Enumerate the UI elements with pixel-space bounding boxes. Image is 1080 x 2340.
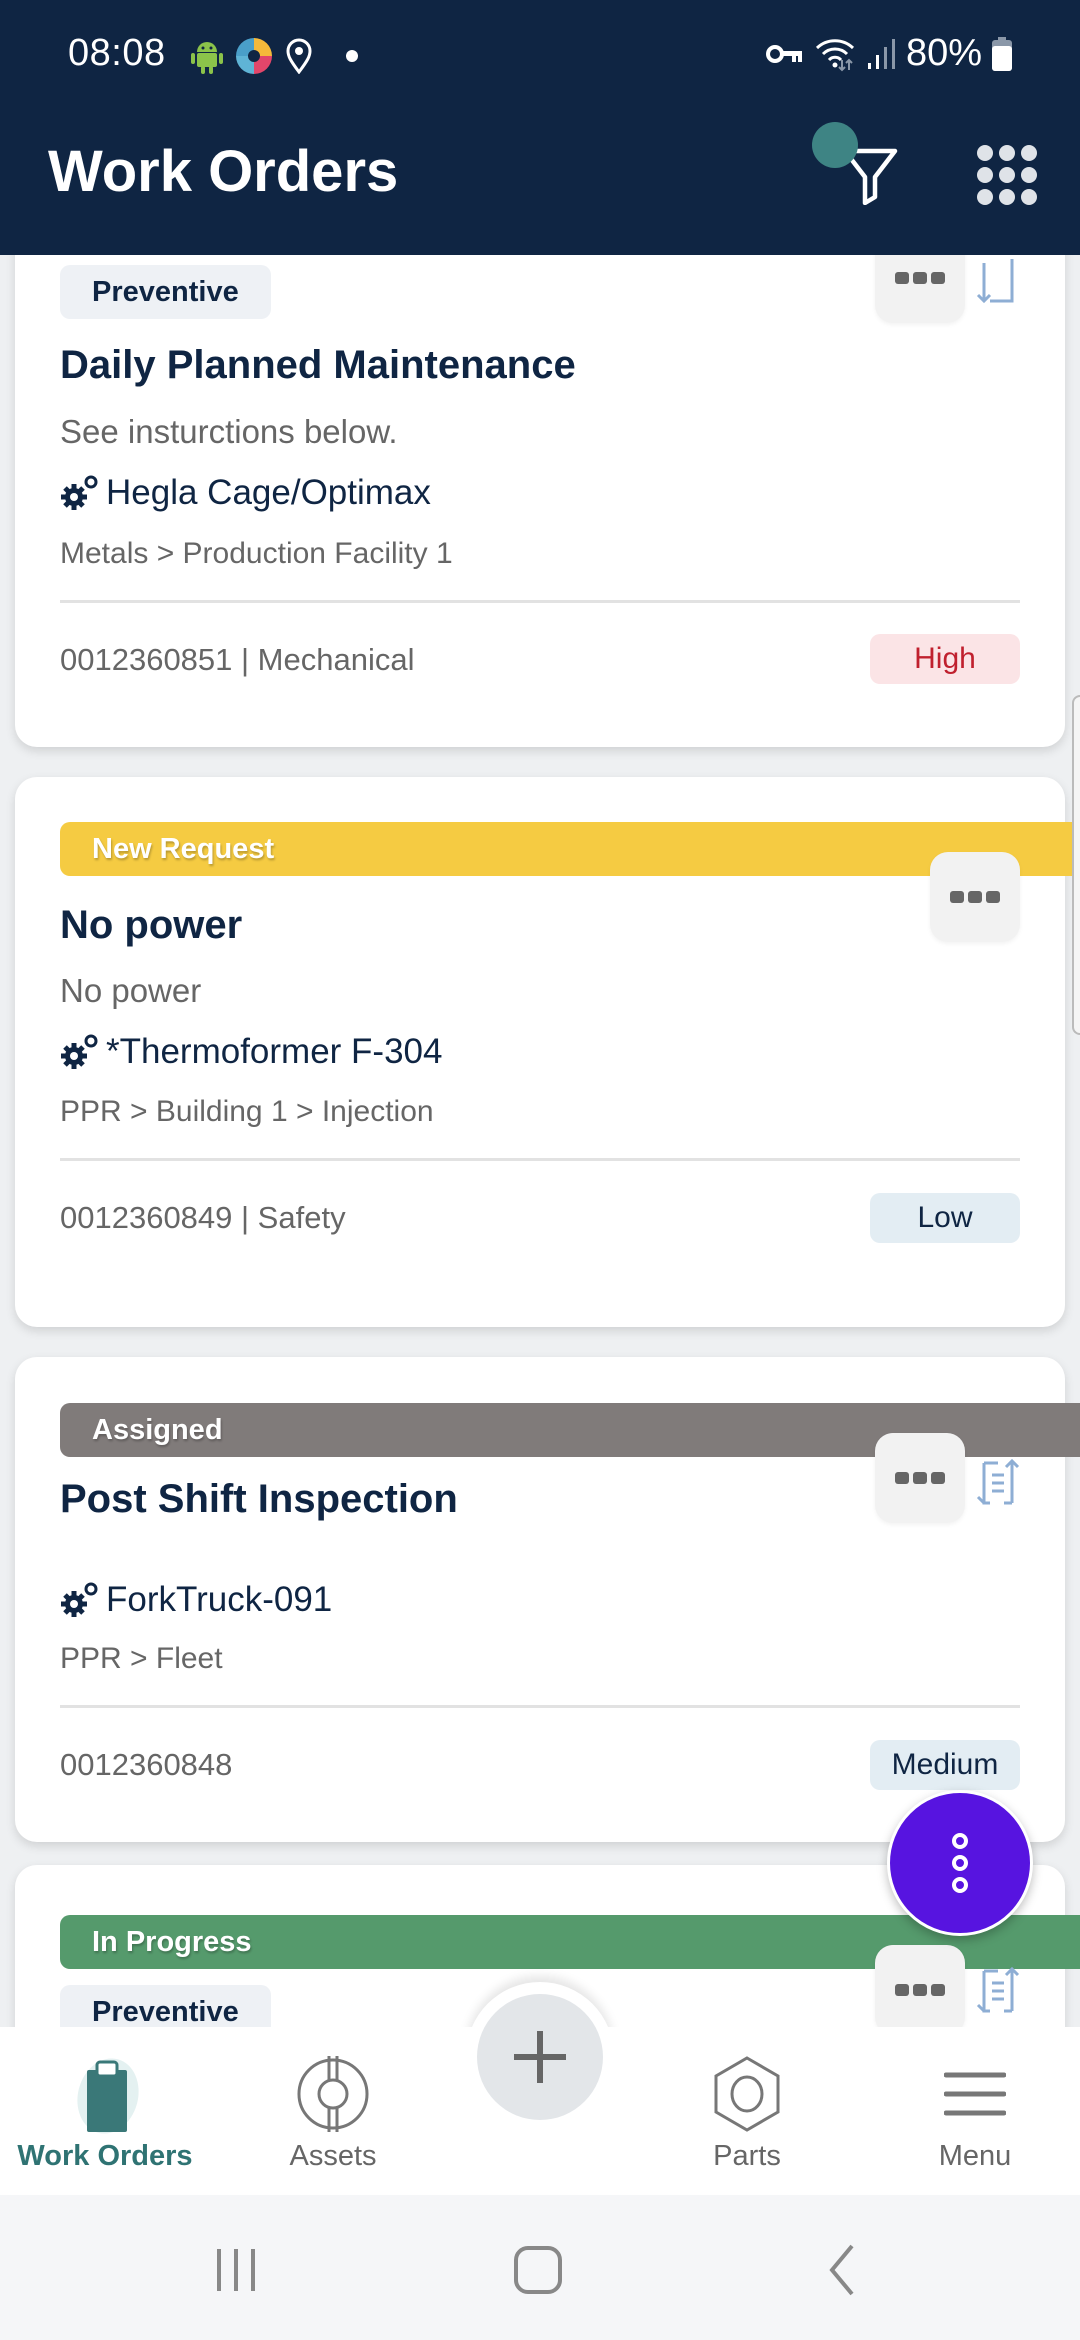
type-badge: Preventive <box>60 1985 271 2028</box>
recents-icon <box>217 2249 255 2291</box>
work-order-number: 0012360848 <box>60 1747 233 1782</box>
asset-row: ForkTruck-091 <box>60 1580 332 1620</box>
work-order-description: No power <box>60 972 202 1009</box>
work-order-card[interactable]: New Request No power No power *Thermofor… <box>15 777 1080 1327</box>
sort-order-icon[interactable] <box>976 1457 1020 1507</box>
asset-name: ForkTruck-091 <box>106 1580 333 1619</box>
fab-dot <box>952 1877 968 1893</box>
asset-location: PPR > Building 1 > Injection <box>60 1095 434 1128</box>
asset-name: Hegla Cage/Optimax <box>106 473 431 512</box>
dot <box>931 1984 945 1996</box>
asset-row: *Thermoformer F-304 <box>60 1032 442 1072</box>
more-options-button[interactable] <box>930 852 1020 942</box>
vpn-key-icon <box>765 44 802 63</box>
nav-label: Parts <box>713 2140 781 2172</box>
asset-gears-icon <box>61 1034 98 1069</box>
signal-icon <box>867 38 895 69</box>
dot <box>950 891 964 903</box>
nav-label: Work Orders <box>17 2140 193 2172</box>
dot <box>895 1984 909 1996</box>
priority-badge: High <box>870 634 1020 684</box>
dot <box>931 272 945 284</box>
asset-gears-icon <box>61 475 98 510</box>
work-order-number: 0012360851 | Mechanical <box>60 642 415 677</box>
work-order-title: Daily Planned Maintenance <box>60 343 576 387</box>
page-title: Work Orders <box>48 139 399 204</box>
asset-name: *Thermoformer F-304 <box>106 1032 443 1071</box>
nav-menu[interactable]: Menu <box>875 2027 1075 2195</box>
hamburger-icon <box>944 2072 1006 2116</box>
apps-grid-icon <box>977 145 1037 205</box>
battery-level: 80% <box>905 32 982 74</box>
work-order-number: 0012360849 | Safety <box>60 1200 346 1235</box>
asset-row: Hegla Cage/Optimax <box>60 473 431 513</box>
clipboard-icon <box>77 2058 139 2134</box>
dot <box>968 891 982 903</box>
nav-assets[interactable]: Assets <box>233 2027 433 2195</box>
priority-badge: Medium <box>870 1740 1020 1790</box>
back-button[interactable] <box>792 2220 892 2320</box>
work-order-card[interactable]: Assigned Post Shift Inspection ForkTruck… <box>15 1357 1080 1842</box>
recents-button[interactable] <box>186 2220 286 2320</box>
app-logo-icon <box>236 38 272 74</box>
sort-order-icon[interactable] <box>976 255 1020 305</box>
apps-grid-button[interactable] <box>972 140 1042 210</box>
status-time: 08:08 <box>68 32 166 74</box>
dot <box>986 891 1000 903</box>
card-divider <box>60 1705 1020 1708</box>
battery-icon <box>992 36 1012 71</box>
more-options-button[interactable] <box>875 1433 965 1523</box>
nav-label: Assets <box>289 2140 377 2172</box>
app-bar: 08:08 80% Work Orders <box>0 0 1080 255</box>
dot <box>931 1472 945 1484</box>
location-icon <box>286 38 312 74</box>
asset-location: PPR > Fleet <box>60 1642 223 1675</box>
card-divider <box>60 1158 1020 1161</box>
dot <box>913 272 927 284</box>
more-actions-fab[interactable] <box>887 1790 1033 1936</box>
more-options-button[interactable] <box>875 1945 965 2028</box>
work-order-card[interactable]: Preventive Daily Planned Maintenance See… <box>15 255 1065 747</box>
work-order-list[interactable]: Preventive Daily Planned Maintenance See… <box>0 255 1080 2028</box>
nav-label: Menu <box>938 2140 1012 2172</box>
dot <box>913 1984 927 1996</box>
sort-order-icon[interactable] <box>976 1965 1020 2015</box>
wifi-icon <box>815 38 854 71</box>
add-work-order-button[interactable] <box>477 1994 603 2120</box>
status-bar: 08:08 80% <box>0 30 1080 80</box>
android-icon <box>191 42 223 74</box>
system-navigation-bar <box>0 2195 1080 2340</box>
scrollbar-thumb[interactable] <box>1072 695 1080 1035</box>
asset-gears-icon <box>61 1582 98 1617</box>
back-icon <box>829 2244 854 2296</box>
work-order-description: See insturctions below. <box>60 413 398 450</box>
more-options-button[interactable] <box>875 255 965 323</box>
asset-location: Metals > Production Facility 1 <box>60 537 453 570</box>
assets-icon <box>297 2056 369 2132</box>
nav-parts[interactable]: Parts <box>647 2027 847 2195</box>
dot <box>895 1472 909 1484</box>
dot <box>913 1472 927 1484</box>
home-icon <box>514 2246 562 2294</box>
type-badge: Preventive <box>60 265 271 319</box>
work-order-title: No power <box>60 903 243 947</box>
hex-nut-icon <box>714 2056 780 2132</box>
work-order-title: Post Shift Inspection <box>60 1477 458 1521</box>
nav-work-orders[interactable]: Work Orders <box>5 2027 205 2195</box>
notification-dot <box>346 50 358 62</box>
dot <box>895 272 909 284</box>
card-divider <box>60 600 1020 603</box>
status-badge: New Request <box>60 822 1080 876</box>
filter-active-indicator <box>812 122 858 168</box>
priority-badge: Low <box>870 1193 1020 1243</box>
fab-dot <box>952 1855 968 1871</box>
fab-dot <box>952 1833 968 1849</box>
home-button[interactable] <box>488 2220 588 2320</box>
plus-icon <box>514 2031 566 2083</box>
